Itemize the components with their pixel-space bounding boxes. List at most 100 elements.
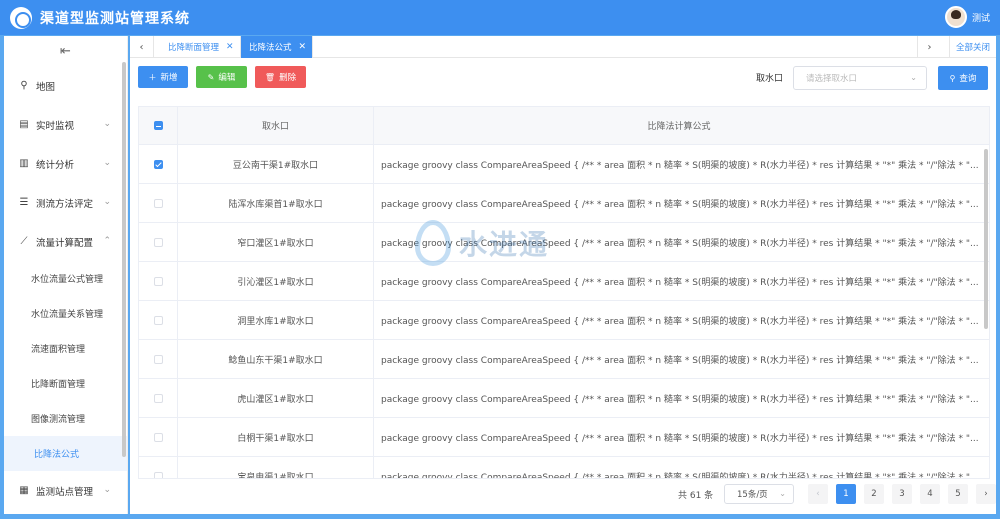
- select-all-checkbox[interactable]: [153, 121, 163, 130]
- next-page-button[interactable]: ›: [976, 484, 996, 504]
- page-button[interactable]: 4: [920, 484, 940, 504]
- sidebar-item-flow-config[interactable]: ⟋ 流量计算配置 ⌃: [4, 222, 127, 261]
- bar-chart-icon: ▥: [19, 158, 29, 169]
- user-menu[interactable]: 测试: [944, 6, 990, 28]
- user-name[interactable]: 测试: [972, 11, 990, 24]
- close-icon[interactable]: ✕: [299, 42, 307, 52]
- tab-slope-formula[interactable]: 比降法公式 ✕: [241, 36, 314, 58]
- chevron-up-icon: ⌃: [103, 236, 111, 246]
- prev-page-button[interactable]: ‹: [808, 484, 828, 504]
- row-check-cell: [139, 340, 178, 378]
- tab-scroll-right-icon[interactable]: ›: [917, 36, 941, 58]
- table-row[interactable]: 窄口灌区1#取水口 package groovy class CompareAre…: [139, 223, 989, 262]
- sidebar-item-label: 统计分析: [36, 159, 75, 171]
- row-checkbox[interactable]: [153, 276, 163, 286]
- chevron-down-icon: ⌄: [103, 119, 111, 129]
- menu-collapse-icon[interactable]: ⇤: [4, 36, 127, 66]
- edit-button[interactable]: ✎ 编辑: [196, 66, 247, 88]
- row-checkbox[interactable]: [153, 159, 163, 169]
- intake-filter-label: 取水口: [756, 74, 784, 84]
- intake-cell: 洞里水库1#取水口: [178, 301, 374, 339]
- sidebar-item-label: 流量计算配置: [36, 237, 94, 249]
- formula-cell: package groovy class CompareAreaSpeed { …: [381, 160, 979, 171]
- close-icon[interactable]: ✕: [226, 42, 234, 52]
- row-checkbox[interactable]: [153, 432, 163, 442]
- table-row[interactable]: 鲶鱼山东干渠1#取水口 package groovy class CompareA…: [139, 340, 989, 379]
- intake-cell: 豆公南干渠1#取水口: [178, 145, 374, 183]
- row-check-cell: [139, 301, 178, 339]
- list-icon: ☰: [19, 197, 29, 208]
- avatar[interactable]: [944, 6, 967, 28]
- delete-label: 删除: [279, 73, 297, 83]
- sidebar-item-flow-method[interactable]: ☰ 测流方法评定 ⌄: [4, 183, 127, 222]
- intake-cell: 引沁灌区1#取水口: [178, 262, 374, 300]
- sidebar-item-statistics[interactable]: ▥ 统计分析 ⌄: [4, 144, 127, 183]
- table-row[interactable]: 白桐干渠1#取水口 package groovy class CompareAre…: [139, 418, 989, 457]
- delete-button[interactable]: 🗑 删除: [255, 66, 306, 88]
- sidebar-subitem-velocity-area[interactable]: 流速面积管理: [4, 331, 127, 366]
- row-checkbox[interactable]: [153, 315, 163, 325]
- table-row[interactable]: 虎山灌区1#取水口 package groovy class CompareAre…: [139, 379, 989, 418]
- row-check-cell: [139, 457, 178, 478]
- sidebar-scrollbar[interactable]: [122, 62, 126, 457]
- close-all-tabs-button[interactable]: 全部关闭: [948, 36, 996, 58]
- row-checkbox[interactable]: [153, 237, 163, 247]
- table-row[interactable]: 引沁灌区1#取水口 package groovy class CompareAre…: [139, 262, 989, 301]
- sidebar-item-realtime[interactable]: ▤ 实时监视 ⌄: [4, 105, 127, 144]
- sidebar-subitem-image-flow[interactable]: 图像测流管理: [4, 401, 127, 436]
- formula-cell: package groovy class CompareAreaSpeed { …: [381, 316, 979, 327]
- sidebar-subitem-slope-formula[interactable]: 比降法公式: [4, 436, 127, 471]
- intake-cell: 陆浑水库渠首1#取水口: [178, 184, 374, 222]
- add-label: 新增: [160, 73, 178, 83]
- page-button[interactable]: 5: [948, 484, 968, 504]
- page-button[interactable]: 1: [836, 484, 856, 504]
- pagination: 共 61 条 15条/页 ⌄ ‹ 1 2 3 4 5 ›: [130, 482, 996, 506]
- edit-icon: ✎: [207, 72, 215, 82]
- sidebar-item-map[interactable]: ⚲ 地图: [4, 66, 127, 105]
- table-row[interactable]: 豆公南干渠1#取水口 package groovy class CompareAr…: [139, 145, 989, 184]
- logo-icon: [10, 6, 32, 29]
- station-icon: ▦: [19, 485, 29, 496]
- column-header-formula[interactable]: 比降法计算公式: [374, 107, 984, 144]
- header-check-cell: [139, 107, 178, 144]
- tab-slope-section[interactable]: 比降断面管理 ✕: [160, 36, 241, 58]
- row-checkbox[interactable]: [153, 198, 163, 208]
- page-button[interactable]: 3: [892, 484, 912, 504]
- row-checkbox[interactable]: [153, 471, 163, 478]
- formula-cell: package groovy class CompareAreaSpeed { …: [381, 238, 979, 249]
- row-checkbox[interactable]: [153, 354, 163, 364]
- column-header-intake[interactable]: 取水口: [178, 107, 374, 144]
- page-button[interactable]: 2: [864, 484, 884, 504]
- intake-select[interactable]: 请选择取水口 ⌄: [793, 66, 927, 90]
- toolbar: ＋ 新增 ✎ 编辑 🗑 删除 取水口 请选择取水口 ⌄ ⚲ 查询: [130, 58, 996, 100]
- sidebar-item-station[interactable]: ▦ 监测站点管理 ⌄: [4, 471, 127, 510]
- sidebar-item-label: 实时监视: [36, 120, 75, 132]
- table-row[interactable]: 宝泉电渠1#取水口 package groovy class CompareAre…: [139, 457, 989, 479]
- intake-cell: 虎山灌区1#取水口: [178, 379, 374, 417]
- tab-label: 比降断面管理: [168, 43, 220, 53]
- tab-scroll-left-icon[interactable]: ‹: [130, 36, 154, 58]
- chevron-down-icon: ⌄: [779, 489, 786, 498]
- sidebar-item-label: 监测站点管理: [36, 486, 94, 498]
- table-scrollbar[interactable]: [984, 149, 988, 329]
- page-size-select[interactable]: 15条/页 ⌄: [724, 484, 794, 504]
- sidebar-subitem-level-relation[interactable]: 水位流量关系管理: [4, 296, 127, 331]
- query-button[interactable]: ⚲ 查询: [938, 66, 988, 90]
- table-row[interactable]: 陆浑水库渠首1#取水口 package groovy class CompareA…: [139, 184, 989, 223]
- formula-table: 取水口 比降法计算公式 豆公南干渠1#取水口 package groovy cla…: [138, 106, 990, 479]
- formula-cell: package groovy class CompareAreaSpeed { …: [381, 472, 979, 479]
- intake-cell: 鲶鱼山东干渠1#取水口: [178, 340, 374, 378]
- row-checkbox[interactable]: [153, 393, 163, 403]
- table-row[interactable]: 洞里水库1#取水口 package groovy class CompareAre…: [139, 301, 989, 340]
- row-check-cell: [139, 223, 178, 261]
- page-size-value: 15条/页: [737, 490, 768, 500]
- sidebar-subitem-level-formula[interactable]: 水位流量公式管理: [4, 261, 127, 296]
- sidebar: ⇤ ⚲ 地图 ▤ 实时监视 ⌄ ▥ 统计分析 ⌄ ☰ 测流方法评定 ⌄ ⟋ 流量…: [4, 36, 128, 514]
- flow-chart-icon: ⟋: [20, 236, 28, 247]
- sidebar-subitem-slope-section[interactable]: 比降断面管理: [4, 366, 127, 401]
- row-check-cell: [139, 262, 178, 300]
- tab-label: 比降法公式: [249, 43, 292, 53]
- formula-cell: package groovy class CompareAreaSpeed { …: [381, 199, 979, 210]
- add-button[interactable]: ＋ 新增: [138, 66, 188, 88]
- intake-cell: 宝泉电渠1#取水口: [178, 457, 374, 478]
